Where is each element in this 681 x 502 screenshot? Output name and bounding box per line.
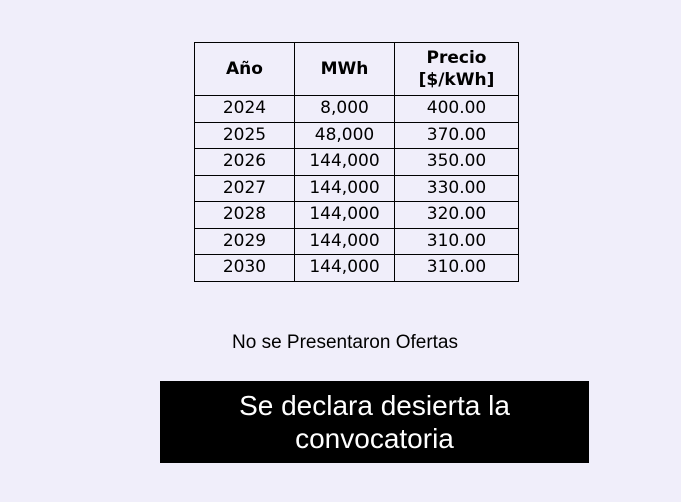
banner-line-1: Se declara desierta la: [239, 390, 510, 421]
table-row: 2026 144,000 350.00: [194, 148, 519, 176]
cell-precio: 320.00: [394, 201, 519, 229]
cell-anio: 2028: [194, 201, 295, 229]
cell-precio: 400.00: [394, 95, 519, 123]
no-offers-text: No se Presentaron Ofertas: [232, 332, 458, 353]
table-row: 2029 144,000 310.00: [194, 227, 519, 255]
cell-mwh: 8,000: [294, 95, 395, 123]
cell-mwh: 48,000: [294, 121, 395, 149]
cell-mwh: 144,000: [294, 174, 395, 202]
cell-mwh: 144,000: [294, 254, 395, 282]
deserted-call-banner: Se declara desierta la convocatoria: [160, 381, 589, 463]
cell-precio: 350.00: [394, 148, 519, 176]
cell-anio: 2026: [194, 148, 295, 176]
cell-mwh: 144,000: [294, 227, 395, 255]
cell-precio: 310.00: [394, 227, 519, 255]
cell-anio: 2030: [194, 254, 295, 282]
table-row: 2028 144,000 320.00: [194, 201, 519, 229]
table-row: 2030 144,000 310.00: [194, 254, 519, 282]
cell-mwh: 144,000: [294, 201, 395, 229]
banner-line-2: convocatoria: [295, 423, 454, 454]
cell-precio: 310.00: [394, 254, 519, 282]
header-anio: Año: [194, 42, 295, 96]
cell-anio: 2024: [194, 95, 295, 123]
table-header-row: Año MWh Precio [$/kWh]: [194, 42, 519, 96]
cell-mwh: 144,000: [294, 148, 395, 176]
cell-precio: 330.00: [394, 174, 519, 202]
header-precio-label: Precio: [426, 48, 487, 68]
cell-anio: 2025: [194, 121, 295, 149]
cell-precio: 370.00: [394, 121, 519, 149]
header-mwh: MWh: [294, 42, 395, 96]
energy-price-table: Año MWh Precio [$/kWh] 2024 8,000 400.00…: [194, 42, 519, 282]
table-row: 2025 48,000 370.00: [194, 121, 519, 149]
cell-anio: 2027: [194, 174, 295, 202]
header-precio: Precio [$/kWh]: [394, 42, 519, 96]
header-precio-unit: [$/kWh]: [418, 70, 495, 90]
cell-anio: 2029: [194, 227, 295, 255]
table-row: 2024 8,000 400.00: [194, 95, 519, 123]
table-row: 2027 144,000 330.00: [194, 174, 519, 202]
